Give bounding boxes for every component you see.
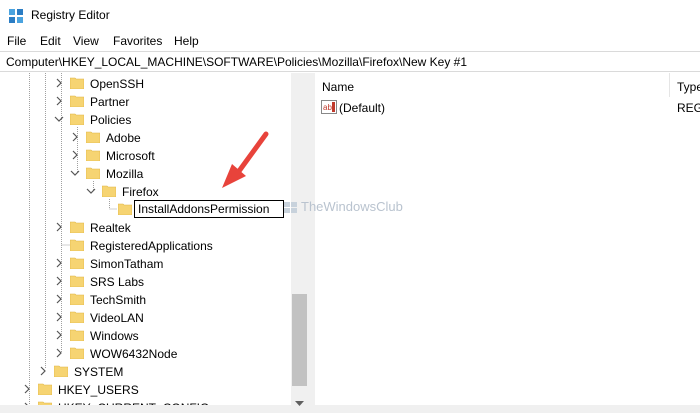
chevron-down-icon[interactable] xyxy=(70,168,80,178)
tree-item-label: Partner xyxy=(90,95,130,109)
value-name: (Default) xyxy=(339,101,386,115)
column-type-header[interactable]: Type xyxy=(677,73,700,99)
tree-item[interactable]: HKEY_USERS xyxy=(0,381,291,399)
tree-item-label: Windows xyxy=(90,329,139,343)
tree-item-label: RegisteredApplications xyxy=(90,239,213,253)
tree-item-label: WOW6432Node xyxy=(90,347,178,361)
folder-icon xyxy=(118,203,132,215)
chevron-right-icon[interactable] xyxy=(70,150,80,160)
folder-icon xyxy=(54,365,68,377)
chevron-right-icon[interactable] xyxy=(54,96,64,106)
thewindowsclub-logo-icon xyxy=(284,202,297,213)
chevron-right-icon[interactable] xyxy=(38,366,48,376)
tree-item-label: TechSmith xyxy=(90,293,147,307)
values-horizontal-scrollbar[interactable] xyxy=(315,405,700,413)
tree-item[interactable]: Partner xyxy=(0,93,291,111)
folder-icon xyxy=(70,293,84,305)
chevron-right-icon[interactable] xyxy=(54,312,64,322)
folder-icon xyxy=(86,131,100,143)
red-arrow-annotation xyxy=(222,131,269,188)
chevron-right-icon[interactable] xyxy=(54,276,64,286)
pane-splitter[interactable] xyxy=(308,73,315,413)
column-name-header[interactable]: Name xyxy=(322,73,354,99)
tree-item[interactable]: SRS Labs xyxy=(0,273,291,291)
folder-icon xyxy=(38,383,52,395)
folder-icon xyxy=(70,329,84,341)
chevron-right-icon[interactable] xyxy=(54,294,64,304)
value-row[interactable]: ab (Default) REG_ xyxy=(315,99,700,117)
folder-icon xyxy=(102,185,116,197)
tree-item[interactable]: Windows xyxy=(0,327,291,345)
tree-item-label: Firefox xyxy=(122,185,159,199)
tree-item-label: SimonTatham xyxy=(90,257,164,271)
tree-item[interactable]: Policies xyxy=(0,111,291,129)
address-path[interactable]: Computer\HKEY_LOCAL_MACHINE\SOFTWARE\Pol… xyxy=(6,55,467,69)
folder-icon xyxy=(70,347,84,359)
tree-item-label: SRS Labs xyxy=(90,275,145,289)
tree-item[interactable]: Realtek xyxy=(0,219,291,237)
tree-scroll-thumb[interactable] xyxy=(292,294,307,386)
tree-item[interactable]: SimonTatham xyxy=(0,255,291,273)
tree-item[interactable]: RegisteredApplications xyxy=(0,237,291,255)
tree-item-label: Microsoft xyxy=(106,149,155,163)
tree-item[interactable]: VideoLAN xyxy=(0,309,291,327)
watermark-text: TheWindowsClub xyxy=(301,199,403,214)
menu-edit[interactable]: Edit xyxy=(40,34,61,48)
folder-icon xyxy=(70,113,84,125)
folder-icon xyxy=(70,95,84,107)
tree-item-label: OpenSSH xyxy=(90,77,145,91)
tree-item-label: Adobe xyxy=(106,131,141,145)
folder-icon xyxy=(70,275,84,287)
folder-icon xyxy=(70,311,84,323)
tree-item[interactable]: TechSmith xyxy=(0,291,291,309)
window-title: Registry Editor xyxy=(31,8,110,22)
chevron-right-icon[interactable] xyxy=(22,384,32,394)
menu-favorites[interactable]: Favorites xyxy=(113,34,162,48)
string-value-icon: ab xyxy=(321,100,337,114)
title-bar: Registry Editor xyxy=(0,0,700,31)
chevron-right-icon[interactable] xyxy=(54,258,64,268)
menu-file[interactable]: File xyxy=(7,34,26,48)
menu-help[interactable]: Help xyxy=(174,34,199,48)
folder-icon xyxy=(70,257,84,269)
tree-item[interactable]: WOW6432Node xyxy=(0,345,291,363)
tree-pane[interactable]: OpenSSH Partner Policies Adobe Microsoft Mozi… xyxy=(0,73,308,413)
column-separator[interactable] xyxy=(669,73,670,97)
tree-item-label: VideoLAN xyxy=(90,311,144,325)
chevron-right-icon[interactable] xyxy=(54,348,64,358)
chevron-right-icon[interactable] xyxy=(70,132,80,142)
menu-bar: File Edit View Favorites Help xyxy=(0,31,700,51)
svg-text:ab: ab xyxy=(323,103,332,112)
chevron-right-icon[interactable] xyxy=(54,222,64,232)
scroll-down-arrow-icon[interactable] xyxy=(292,395,307,412)
folder-icon xyxy=(70,221,84,233)
chevron-right-icon[interactable] xyxy=(54,330,64,340)
address-bar[interactable]: Computer\HKEY_LOCAL_MACHINE\SOFTWARE\Pol… xyxy=(0,51,700,72)
tree-item-label: SYSTEM xyxy=(74,365,124,379)
tree-horizontal-scrollbar[interactable] xyxy=(0,405,291,413)
chevron-right-icon[interactable] xyxy=(54,78,64,88)
chevron-down-icon[interactable] xyxy=(54,114,64,124)
folder-icon xyxy=(86,149,100,161)
values-list-pane[interactable]: Name Type ab (Default) REG_ xyxy=(315,73,700,413)
tree-item[interactable]: SYSTEM xyxy=(0,363,291,381)
key-rename-value[interactable]: InstallAddonsPermission xyxy=(138,202,269,216)
folder-icon xyxy=(86,167,100,179)
tree-item-label: Realtek xyxy=(90,221,131,235)
folder-icon xyxy=(70,77,84,89)
value-type: REG_ xyxy=(677,101,700,115)
tree-item[interactable]: OpenSSH xyxy=(0,75,291,93)
chevron-down-icon[interactable] xyxy=(86,186,96,196)
folder-icon xyxy=(70,239,84,251)
tree-item-label: HKEY_USERS xyxy=(58,383,139,397)
registry-editor-icon xyxy=(9,9,23,23)
tree-item-label: Mozilla xyxy=(106,167,144,181)
menu-view[interactable]: View xyxy=(73,34,99,48)
tree-item-label: Policies xyxy=(90,113,132,127)
